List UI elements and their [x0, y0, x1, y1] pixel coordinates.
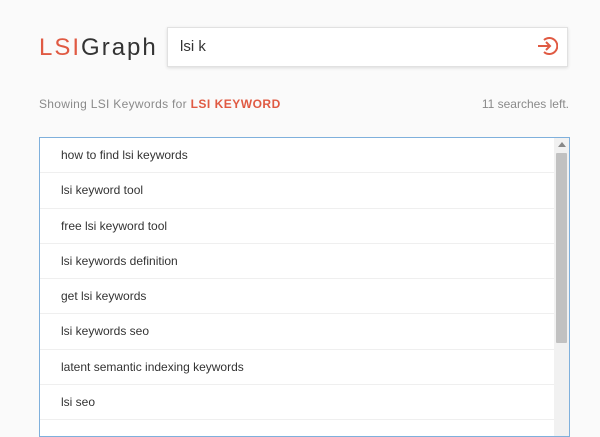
logo[interactable]: LSIGraph: [39, 33, 158, 63]
scroll-up-arrow-icon[interactable]: [558, 142, 566, 147]
status-line: Showing LSI Keywords for LSI KEYWORD: [39, 97, 281, 111]
suggestion-item[interactable]: lsi seo: [40, 385, 554, 421]
scrollbar-thumb[interactable]: [556, 153, 567, 343]
search-box: [167, 27, 568, 67]
status-keyword: LSI KEYWORD: [190, 97, 281, 111]
suggestion-item[interactable]: lsi keyword tool: [40, 173, 554, 209]
suggestion-item[interactable]: how to find lsi keywords: [40, 138, 554, 174]
suggestion-item[interactable]: lsi keywords seo: [40, 314, 554, 350]
suggestion-item[interactable]: get lsi keywords: [40, 279, 554, 315]
suggestion-list: how to find lsi keywords lsi keyword too…: [40, 138, 569, 421]
search-input[interactable]: [180, 28, 520, 66]
suggestion-item[interactable]: free lsi keyword tool: [40, 209, 554, 244]
suggestions-dropdown: how to find lsi keywords lsi keyword too…: [39, 137, 570, 437]
login-arrow-icon: [536, 35, 559, 62]
scrollbar[interactable]: [554, 138, 569, 436]
logo-graph: Graph: [81, 34, 158, 61]
searches-remaining: 11 searches left.: [481, 97, 569, 111]
suggestion-item[interactable]: lsi keywords definition: [40, 244, 554, 280]
status-prefix: Showing LSI Keywords for: [39, 97, 187, 111]
logo-lsi: LSI: [39, 34, 82, 61]
search-submit-button[interactable]: [535, 36, 559, 60]
suggestion-item[interactable]: latent semantic indexing keywords: [40, 350, 554, 386]
